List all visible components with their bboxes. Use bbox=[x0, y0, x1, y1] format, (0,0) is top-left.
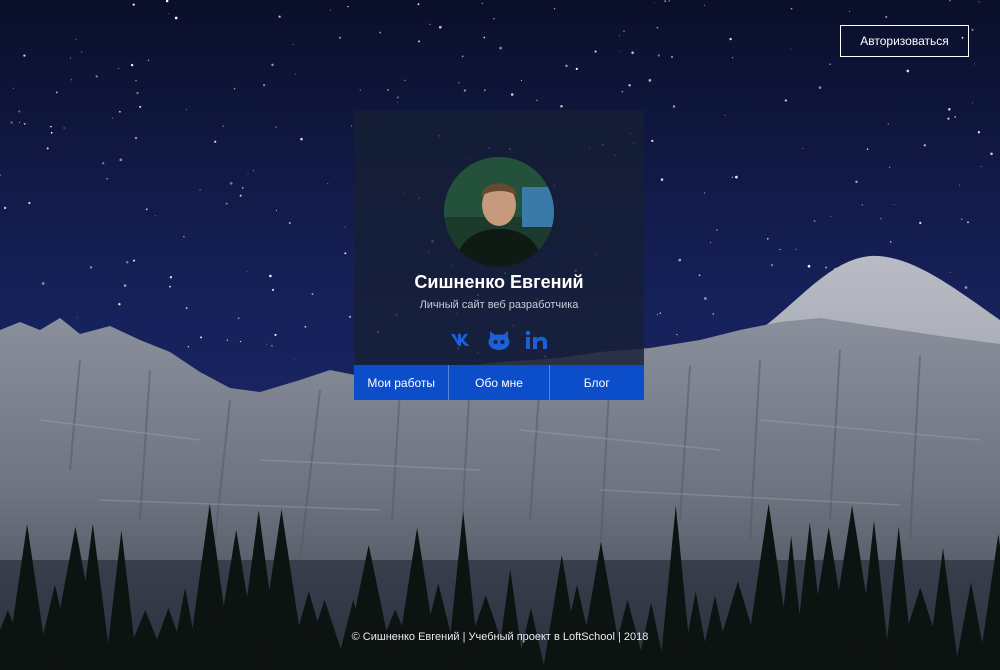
linkedin-icon[interactable] bbox=[525, 328, 549, 352]
login-button[interactable]: Авторизоваться bbox=[840, 25, 969, 57]
social-links bbox=[354, 327, 644, 353]
profile-subtitle: Личный сайт веб разработчика bbox=[419, 299, 579, 311]
github-icon[interactable] bbox=[487, 328, 511, 352]
footer-copyright: © Сишненко Евгений | Учебный проект в Lo… bbox=[351, 631, 649, 643]
vk-icon[interactable] bbox=[449, 328, 473, 352]
nav-item-works[interactable]: Мои работы bbox=[354, 365, 448, 400]
nav-item-blog[interactable]: Блог bbox=[548, 365, 644, 400]
main-nav: Мои работы Обо мне Блог bbox=[354, 365, 644, 400]
nav-item-about[interactable]: Обо мне bbox=[448, 365, 548, 400]
avatar bbox=[444, 157, 554, 267]
profile-name: Сишненко Евгений bbox=[414, 272, 584, 292]
profile-card: Сишненко Евгений Личный сайт веб разрабо… bbox=[354, 110, 644, 400]
